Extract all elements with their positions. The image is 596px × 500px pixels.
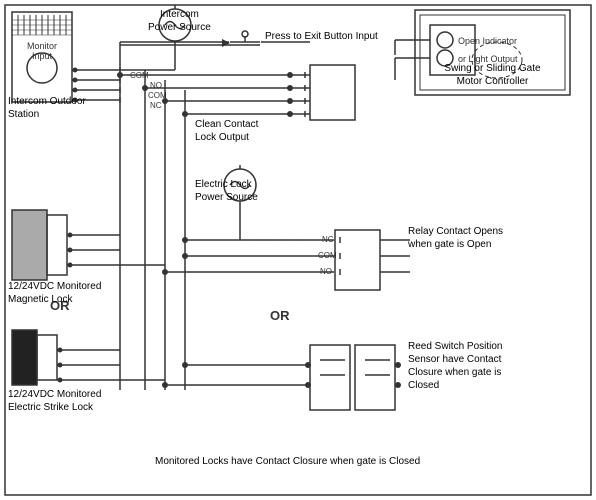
svg-text:Open Indicator: Open Indicator [458,36,517,46]
reed-switch-label: Reed Switch PositionSensor have ContactC… [408,340,503,392]
wiring-diagram: Monitor Input COM NO COM NC [0,0,596,500]
svg-text:Input: Input [32,51,53,61]
electric-lock-power-label: Electric LockPower Source [195,178,258,204]
svg-text:OR: OR [270,308,290,323]
svg-text:Monitor: Monitor [27,41,57,51]
intercom-outdoor-label: Intercom OutdoorStation [8,95,86,121]
relay-contact-label: Relay Contact Openswhen gate is Open [408,225,503,251]
svg-text:NC: NC [150,101,162,110]
monitored-locks-label: Monitored Locks have Contact Closure whe… [155,455,420,468]
swing-gate-label: Swing or Sliding GateMotor Controller [415,62,570,88]
electric-strike-label: 12/24VDC MonitoredElectric Strike Lock [8,388,101,414]
intercom-power-label: IntercomPower Source [148,8,211,34]
clean-contact-label: Clean ContactLock Output [195,118,258,144]
magnetic-lock-label: 12/24VDC MonitoredMagnetic Lock [8,280,101,306]
press-exit-label: Press to Exit Button Input [265,30,378,43]
